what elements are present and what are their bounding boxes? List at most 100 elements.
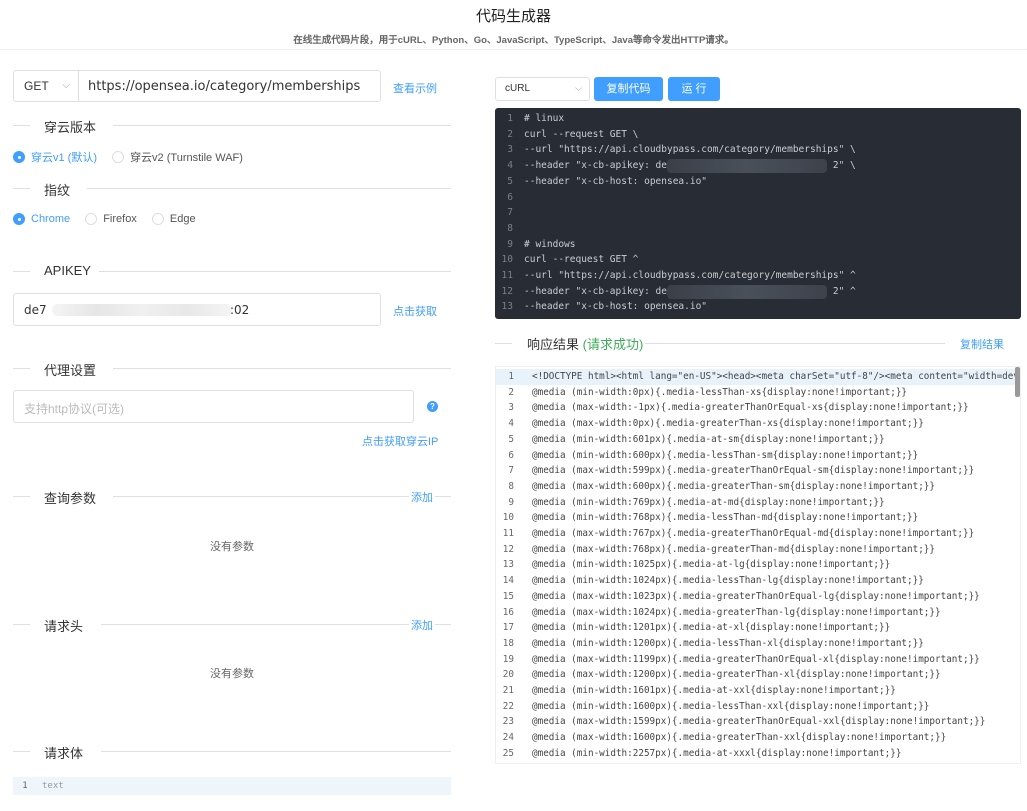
result-line: 24 @media (max-width:1600px){.media-great… — [496, 730, 1020, 746]
line-number: 8 — [508, 480, 514, 492]
copy-result-button[interactable]: 复制结果 — [960, 336, 1004, 352]
result-text: @media (max-width:600px){.media-greaterT… — [532, 480, 935, 492]
result-output-panel[interactable]: 25 @media (min-width:2257px){.media-at-xx… — [495, 366, 1021, 764]
result-line: 21 @media (min-width:1601px){.media-at-xx… — [496, 683, 1020, 699]
header: 代码生成器 在线生成代码片段，用于cURL、Python、Go、JavaScri… — [0, 0, 1027, 50]
result-text: @media (max-width:1600px){.media-greater… — [532, 732, 947, 744]
line-number: 23 — [502, 716, 514, 728]
radio-label: Edge — [169, 213, 196, 225]
add-query-param-button[interactable]: 添加 — [409, 489, 435, 505]
divider — [495, 343, 512, 344]
result-line: 9 @media (min-width:769px){.media-at-md{d… — [496, 495, 1020, 511]
language-select[interactable]: cURL ⌵ — [495, 77, 590, 101]
result-text: @media (min-width:1024px){.media-lessTha… — [532, 575, 924, 587]
result-line: 15 @media (max-width:1023px){.media-great… — [496, 589, 1020, 605]
line-number: 5 — [508, 433, 514, 445]
divider — [13, 368, 30, 369]
body-editor[interactable]: 1 text — [13, 777, 451, 795]
code-line: 11 --url "https://api.cloudbypass.com/cat… — [495, 268, 1021, 284]
divider — [101, 751, 451, 752]
radio-label: 穿云v2 (Turnstile WAF) — [130, 152, 243, 164]
result-label: 响应结果 — [527, 337, 580, 352]
line-number: 10 — [501, 254, 513, 266]
redacted-blur — [667, 159, 827, 174]
line-number: 3 — [507, 144, 513, 156]
result-text: @media (min-width:1201px){.media-at-xl{d… — [532, 622, 891, 634]
fingerprint-radio-group: Chrome Firefox Edge — [13, 213, 208, 229]
result-line: 8 @media (max-width:600px){.media-greater… — [496, 479, 1020, 495]
result-text: @media (max-width:599px){.media-greaterT… — [532, 465, 975, 477]
line-number: 15 — [502, 590, 514, 602]
result-text: @media (max-width:-1px){.media-greaterTh… — [532, 402, 969, 414]
result-status: (请求成功) — [582, 337, 644, 352]
line-number: 7 — [507, 207, 513, 219]
result-line: 22 @media (min-width:1600px){.media-lessT… — [496, 699, 1020, 715]
radio-edge[interactable]: Edge — [151, 213, 196, 225]
code-text: --header "x-cb-host: opensea.io" — [524, 301, 708, 313]
radio-dot-icon — [85, 213, 98, 225]
line-number: 1 — [508, 371, 514, 382]
line-number: 5 — [507, 175, 513, 187]
run-button[interactable]: 运 行 — [668, 77, 720, 101]
line-number: 1 — [507, 113, 513, 124]
result-line: 13 @media (min-width:1025px){.media-at-lg… — [496, 557, 1020, 573]
get-apikey-link[interactable]: 点击获取 — [393, 303, 437, 319]
result-text: @media (max-width:1023px){.media-greater… — [532, 590, 980, 602]
code-line: 8 — [495, 221, 1021, 237]
code-text: --url "https://api.cloudbypass.com/categ… — [524, 270, 856, 281]
add-header-button[interactable]: 添加 — [409, 617, 435, 633]
line-number: 9 — [508, 496, 514, 508]
view-example-link[interactable]: 查看示例 — [393, 80, 437, 96]
result-line: 19 @media (max-width:1199px){.media-great… — [496, 652, 1020, 668]
divider — [645, 343, 945, 344]
radio-label: Firefox — [103, 213, 137, 225]
line-number: 20 — [502, 669, 514, 681]
section-title: 请求体 — [44, 743, 90, 762]
result-line: 14 @media (min-width:1024px){.media-lessT… — [496, 573, 1020, 589]
line-number: 17 — [502, 622, 514, 634]
radio-firefox[interactable]: Firefox — [85, 213, 137, 225]
result-text: @media (max-width:1199px){.media-greater… — [532, 653, 980, 665]
line-number: 1 — [22, 781, 28, 791]
redacted-blur — [667, 284, 827, 299]
divider — [13, 496, 30, 497]
section-title: 查询参数 — [44, 488, 103, 507]
code-line: 10 curl --request GET ^ — [495, 252, 1021, 268]
line-number: 4 — [508, 418, 514, 430]
result-line: 5 @media (min-width:601px){.media-at-sm{d… — [496, 432, 1020, 448]
line-number: 25 — [502, 747, 514, 759]
empty-headers: 没有参数 — [210, 668, 254, 680]
result-line: 18 @media (min-width:1200px){.media-lessT… — [496, 636, 1020, 652]
code-text: curl --request GET ^ — [524, 254, 639, 266]
result-text: @media (min-width:0px){.media-lessThan-x… — [532, 386, 908, 398]
result-text: @media (max-width:1200px){.media-greater… — [532, 669, 941, 681]
apikey-input[interactable]: de7 :02 — [13, 293, 381, 326]
proxy-input[interactable]: 支持http协议(可选) — [13, 390, 414, 423]
section-title: 穿云版本 — [44, 117, 103, 136]
result-line: 25 @media (min-width:2257px){.media-at-xx… — [496, 746, 1020, 762]
code-text: # windows — [524, 238, 576, 250]
divider — [13, 624, 30, 625]
radio-version-v1[interactable]: 穿云v1 (默认) — [13, 149, 97, 165]
chevron-down-icon: ⌵ — [62, 80, 70, 91]
radio-version-v2[interactable]: 穿云v2 (Turnstile WAF) — [112, 149, 243, 165]
result-text: @media (min-width:1601px){.media-at-xxl{… — [532, 685, 896, 696]
code-line: 3 --url "https://api.cloudbypass.com/cate… — [495, 142, 1021, 158]
line-number: 12 — [502, 543, 514, 555]
section-title: 指纹 — [44, 180, 77, 199]
url-input[interactable]: https://opensea.io/category/memberships — [78, 70, 381, 102]
line-number: 24 — [502, 732, 514, 744]
result-text: <!DOCTYPE html><html lang="en-US"><head>… — [532, 371, 1019, 382]
radio-chrome[interactable]: Chrome — [13, 213, 70, 225]
section-title: 请求头 — [44, 616, 90, 635]
method-select[interactable]: GET ⌵ — [13, 70, 79, 102]
apikey-prefix: de7 — [24, 303, 47, 317]
result-text: @media (max-width:0px){.media-greaterTha… — [532, 418, 924, 430]
question-icon[interactable]: ? — [427, 401, 438, 412]
copy-code-button[interactable]: 复制代码 — [594, 77, 663, 101]
get-proxy-ip-link[interactable]: 点击获取穿云IP — [362, 433, 438, 449]
scrollbar[interactable] — [1015, 367, 1020, 397]
line-number: 6 — [508, 449, 514, 461]
apikey-suffix: :02 — [230, 303, 250, 317]
result-section: 响应结果 (请求成功) 复制结果 — [495, 333, 1021, 353]
